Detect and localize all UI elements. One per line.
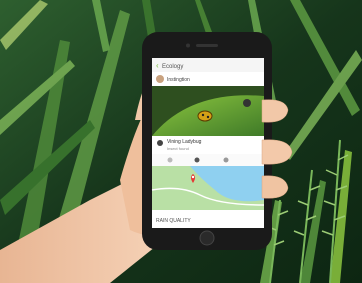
- detail-title: Vining Ladybug: [167, 139, 202, 145]
- camera-icon[interactable]: [243, 99, 251, 107]
- like-icon[interactable]: [223, 157, 229, 163]
- share-icon[interactable]: [167, 157, 173, 163]
- avatar[interactable]: [156, 75, 164, 83]
- footer-label: RAIN QUALITY: [156, 218, 191, 224]
- front-camera: [186, 43, 190, 48]
- comment-icon[interactable]: [194, 157, 200, 163]
- back-arrow-icon[interactable]: ‹: [156, 61, 159, 70]
- header-title: Ecology: [162, 64, 183, 70]
- speaker-grille: [196, 44, 218, 47]
- map-pin-dot: [191, 175, 195, 179]
- home-button[interactable]: [199, 230, 215, 246]
- detail-subtitle: Insect found: [167, 146, 189, 151]
- ladybug: [197, 110, 213, 122]
- ladybug-spot: [201, 113, 205, 117]
- user-name: Instingtion: [167, 77, 190, 83]
- bug-icon: [157, 140, 163, 146]
- photo-scene: ‹ Ecology Instingtion Vining Ladybug Ins…: [0, 0, 362, 283]
- ladybug-spot: [206, 115, 210, 119]
